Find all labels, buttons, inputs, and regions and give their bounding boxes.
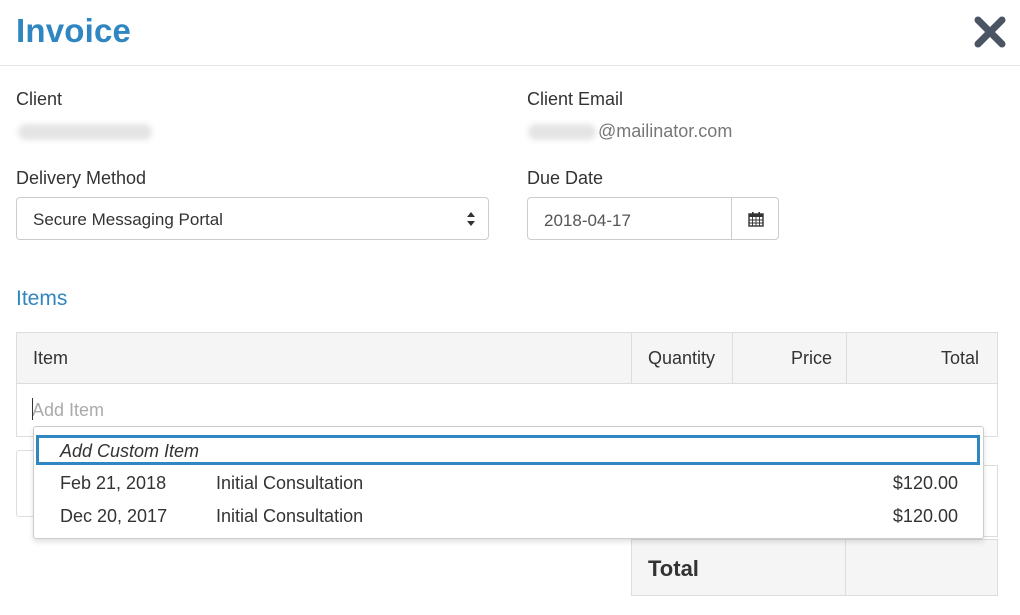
suggestion-amount: $120.00 [892,473,958,493]
column-divider [846,333,847,383]
due-date-label: Due Date [527,168,604,188]
hidden-field-right [983,465,998,537]
text-cursor [32,398,33,420]
delivery-method-value: Secure Messaging Portal [33,210,223,229]
calendar-button[interactable] [731,197,779,240]
suggestion-description: Initial Consultation [216,473,364,493]
client-email-label: Client Email [527,89,624,109]
suggestion-amount: $120.00 [892,506,958,526]
add-item-input[interactable]: Add Item [32,400,104,421]
delivery-method-select[interactable]: Secure Messaging Portal [16,197,489,240]
client-email-user-redacted [528,124,596,140]
page-title: Invoice [16,12,132,49]
items-table-header: Item Quantity Price Total [16,332,998,384]
due-date-input[interactable]: 2018-04-17 [527,197,732,240]
column-divider [732,333,733,383]
column-divider [631,333,632,383]
add-custom-item-option[interactable]: Add Custom Item [36,435,980,465]
calendar-icon [748,212,764,227]
items-section-title: Items [16,287,68,310]
select-arrows-icon [467,212,475,226]
modal-header: Invoice [0,0,1020,66]
column-header-quantity: Quantity [648,348,716,368]
suggestion-date: Feb 21, 2018 [60,473,167,493]
item-suggestions-dropdown: Add Custom Item Feb 21, 2018 Initial Con… [33,426,984,539]
total-value [846,539,998,596]
column-header-total: Total [941,348,980,368]
suggestion-description: Initial Consultation [216,506,364,526]
column-header-item: Item [33,348,69,368]
item-suggestion-row[interactable]: Dec 20, 2017 Initial Consultation $120.0… [34,502,983,532]
client-label: Client [16,89,63,109]
close-x-icon [974,16,1006,48]
client-name-redacted [18,124,152,140]
close-button[interactable] [970,12,1010,52]
column-header-price: Price [791,348,833,368]
client-email-domain: @mailinator.com [598,121,733,141]
total-label: Total [631,539,846,596]
suggestion-date: Dec 20, 2017 [60,506,168,526]
item-suggestion-row[interactable]: Feb 21, 2018 Initial Consultation $120.0… [34,469,983,499]
delivery-method-label: Delivery Method [16,168,147,188]
